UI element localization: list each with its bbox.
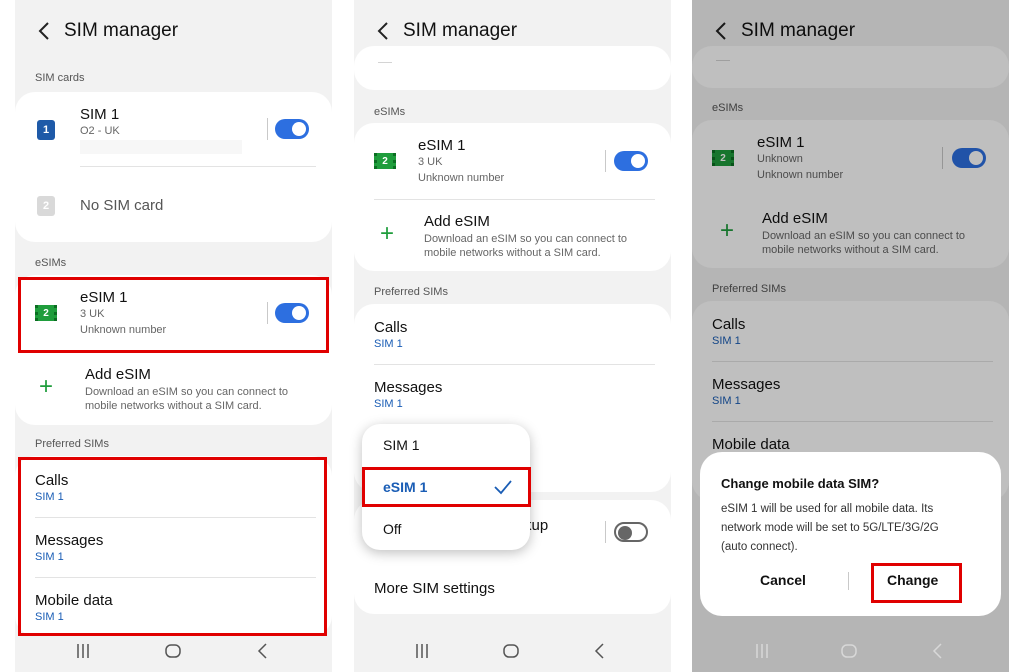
esims-card: 2 eSIM 1 3 UK Unknown number + Add eSIM … bbox=[354, 123, 671, 271]
sim2-icon: 2 bbox=[37, 196, 55, 216]
section-label-preferred: Preferred SIMs bbox=[374, 286, 448, 298]
section-label-sim-cards: SIM cards bbox=[35, 72, 85, 84]
sim1-carrier: O2 - UK bbox=[80, 125, 120, 137]
backup-toggle[interactable] bbox=[614, 522, 648, 542]
esim1-name[interactable]: eSIM 1 bbox=[418, 137, 466, 154]
divider bbox=[374, 364, 655, 365]
back-arrow-icon[interactable] bbox=[374, 19, 394, 43]
dialog-body: eSIM 1 will be used for all mobile data.… bbox=[721, 500, 981, 557]
recent-apps-icon[interactable] bbox=[73, 640, 93, 662]
cancel-button[interactable]: Cancel bbox=[760, 572, 806, 588]
messages-value: SIM 1 bbox=[374, 398, 403, 410]
screen-sim-manager-2: SIM manager eSIMs 2 eSIM 1 3 UK Unknown … bbox=[354, 0, 671, 672]
divider-vertical bbox=[267, 118, 268, 140]
redacted-number bbox=[80, 140, 242, 154]
sim2-no-sim-label: No SIM card bbox=[80, 197, 164, 214]
screen-sim-manager-1: SIM manager SIM cards 1 SIM 1 O2 - UK 2 … bbox=[15, 0, 332, 672]
plus-icon[interactable]: + bbox=[380, 220, 394, 248]
screen-sim-manager-3: SIM manager eSIMs 2 eSIM 1 Unknown Unkno… bbox=[692, 0, 1009, 672]
back-icon[interactable] bbox=[253, 640, 273, 662]
sim-cards-card-scrolled bbox=[354, 46, 671, 90]
sim1-toggle[interactable] bbox=[275, 119, 309, 139]
dropdown-option-off[interactable]: Off bbox=[362, 508, 530, 550]
back-icon[interactable] bbox=[928, 640, 948, 662]
plus-icon[interactable]: + bbox=[39, 373, 53, 401]
more-sim-settings[interactable]: More SIM settings bbox=[374, 580, 495, 597]
esim1-carrier: 3 UK bbox=[418, 156, 443, 168]
add-esim-title[interactable]: Add eSIM bbox=[424, 213, 490, 230]
header: SIM manager bbox=[15, 0, 332, 62]
highlight-esim1-option bbox=[362, 467, 531, 507]
add-esim-title[interactable]: Add eSIM bbox=[85, 366, 151, 383]
dropdown-option-sim1[interactable]: SIM 1 bbox=[362, 424, 530, 466]
highlight-preferred-sims bbox=[18, 457, 327, 636]
section-label-esims: eSIMs bbox=[374, 106, 406, 118]
messages-label[interactable]: Messages bbox=[374, 379, 442, 396]
divider-vertical bbox=[848, 572, 849, 590]
change-mobile-data-dialog: Change mobile data SIM? eSIM 1 will be u… bbox=[700, 452, 1001, 616]
back-arrow-icon[interactable] bbox=[35, 19, 55, 43]
home-icon[interactable] bbox=[839, 640, 859, 662]
recent-apps-icon[interactable] bbox=[752, 640, 772, 662]
dialog-body-line: network mode will be set to 5G/LTE/3G/2G bbox=[721, 522, 939, 534]
divider bbox=[374, 199, 655, 200]
dialog-body-line: (auto connect). bbox=[721, 541, 798, 553]
section-label-esims: eSIMs bbox=[35, 257, 67, 269]
page-title: SIM manager bbox=[64, 20, 179, 41]
dialog-title: Change mobile data SIM? bbox=[721, 476, 880, 491]
navigation-bar bbox=[354, 630, 671, 672]
sim-cards-card: 1 SIM 1 O2 - UK 2 No SIM card bbox=[15, 92, 332, 242]
scrolled-item bbox=[378, 62, 392, 63]
divider bbox=[80, 166, 316, 167]
home-icon[interactable] bbox=[501, 640, 521, 662]
divider-vertical bbox=[605, 521, 606, 543]
back-icon[interactable] bbox=[590, 640, 610, 662]
add-esim-desc-2: mobile networks without a SIM card. bbox=[424, 247, 601, 259]
divider-vertical bbox=[605, 150, 606, 172]
highlight-change-button bbox=[871, 563, 962, 603]
add-esim-desc-1: Download an eSIM so you can connect to bbox=[424, 233, 628, 245]
esim1-number: Unknown number bbox=[418, 172, 505, 184]
navigation-bar bbox=[692, 630, 1009, 672]
home-icon[interactable] bbox=[163, 640, 183, 662]
calls-label[interactable]: Calls bbox=[374, 319, 407, 336]
section-label-preferred: Preferred SIMs bbox=[35, 438, 109, 450]
dialog-body-line: eSIM 1 will be used for all mobile data.… bbox=[721, 503, 934, 515]
esim1-icon: 2 bbox=[374, 153, 396, 169]
add-esim-desc-2: mobile networks without a SIM card. bbox=[85, 400, 262, 412]
recent-apps-icon[interactable] bbox=[412, 640, 432, 662]
sim1-icon: 1 bbox=[37, 120, 55, 140]
add-esim-desc-1: Download an eSIM so you can connect to bbox=[85, 386, 289, 398]
highlight-esim1 bbox=[18, 277, 329, 353]
esim1-toggle[interactable] bbox=[614, 151, 648, 171]
navigation-bar bbox=[15, 630, 332, 672]
sim1-name[interactable]: SIM 1 bbox=[80, 106, 119, 123]
page-title: SIM manager bbox=[403, 20, 518, 41]
calls-value: SIM 1 bbox=[374, 338, 403, 350]
